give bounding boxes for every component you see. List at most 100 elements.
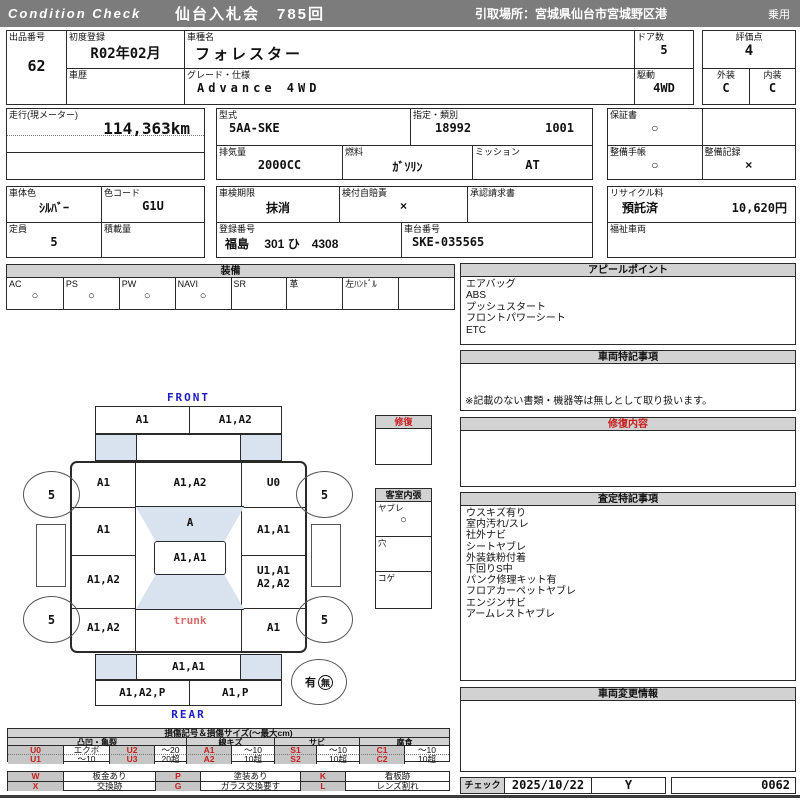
chassis-number-value: SKE-035565 [412,235,485,249]
body-color-value: ｼﾙﾊﾞｰ [38,201,69,215]
appeal-item: プッシュスタート [466,301,546,313]
exterior-score-label: 外装 [716,70,735,80]
sheet-number: 0062 [761,778,790,792]
legend-val: 〜10 [63,754,109,764]
equip-pw-label: PW [121,279,137,289]
mission-value: AT [525,158,540,172]
rear-right-corner [241,655,281,679]
right-fender-cell: U0 [241,463,305,507]
equip-leather-label: 革 [289,279,299,289]
legend-val: 20超 [154,754,186,764]
score-value: 4 [744,43,754,59]
legend-desc: レンズ割れ [345,781,449,791]
equip-ac-cell: AC ○ [7,278,63,309]
damage-legend-title: 損傷記号＆損傷サイズ(〜最大cm) [8,729,449,738]
first-registration-label: 初度登録 [69,32,106,42]
maintenance-book-value: ○ [651,158,659,172]
capacity-label: 定員 [9,224,28,234]
vehicle-category: 乗用 [768,8,790,21]
maintenance-record-cell: 整備記録 × [701,146,796,179]
drive-value: 4WD [653,81,675,95]
wheel-front-right: 5 [296,471,353,518]
legend-val: 10超 [231,754,274,764]
trunk-cell: trunk [136,609,244,652]
right-sill [311,524,341,587]
car-history-label: 車歴 [69,70,88,80]
equip-lhd-cell: 左ﾊﾝﾄﾞﾙ [342,278,398,309]
equip-ps-label: PS [65,279,78,289]
model-code-label: 型式 [219,110,238,120]
equip-pw-value: ○ [143,290,151,302]
legend-desc: ガラス交換要す [200,781,300,791]
legend-code-c2: C2 [359,754,404,764]
score-label: 評価点 [735,32,763,42]
rear-bumper: A1,A2,P A1,P [95,680,282,706]
insurance-cell: 検付自賠責 × [339,187,467,222]
appeal-item: ETC [466,324,486,336]
left-sill [36,524,66,587]
mission-cell: ミッション AT [472,146,592,179]
rear-bumper-right-marks: A1,P [188,681,282,705]
first-registration-value: R02年02月 [90,46,161,62]
front-cowl-row [95,434,282,461]
equipment-title: 装備 [7,265,454,278]
pickup-location: 引取場所：宮城県仙台市宮城野区港 [475,7,668,21]
header-bar: Condition Check 仙台入札会 785回 引取場所：宮城県仙台市宮城… [0,0,800,27]
color-code-label: 色コード [104,188,141,198]
fuel-label: 燃料 [345,147,364,157]
exterior-score-value: C [722,81,730,95]
inspection-cell: 車検期限 抹消 [217,187,339,222]
appeal-points-section: アピールポイント エアバッグ ABS プッシュスタート フロントパワーシート E… [460,263,796,345]
damage-legend-table: 損傷記号＆損傷サイズ(〜最大cm) 凸凹・亀裂 線キズ サビ 腐食 U0 エクボ… [7,728,450,764]
model-code-value: 5AA-SKE [229,121,280,135]
fuel-cell: 燃料 ｶﾞｿﾘﾝ [342,146,472,179]
appeal-points-title: アピールポイント [461,264,795,277]
displacement-value: 2000CC [257,158,302,172]
front-left-corner [96,435,136,460]
repair-detail-section: 修復内容 [460,417,796,487]
color-code-value: G1U [142,199,164,213]
equip-pw-cell: PW ○ [118,278,175,309]
spec-table: 型式 5AA-SKE 指定・類別 18992 1001 排気量 2000CC 燃… [216,108,593,180]
assessment-item: パンク修理キット有 [466,575,557,587]
equip-sr-cell: SR [230,278,287,309]
recycle-status-value: 預託済 [622,201,659,215]
legend-code-u1: U1 [8,754,63,764]
capacity-value: 5 [50,235,58,249]
color-capacity-table: 車体色 ｼﾙﾊﾞｰ 色コード G1U 定員 5 積載量 [6,186,205,258]
displacement-cell: 排気量 2000CC [217,146,342,179]
lot-number-label: 出品番号 [9,32,46,42]
inspection-value: 抹消 [265,201,290,215]
type-class-label: 指定・類別 [413,110,459,120]
documents-table: 保証書 ○ 整備手帳 ○ 整備記録 × [607,108,796,180]
capacity-cell: 定員 5 [7,223,101,257]
right-front-door-marks: A1,A1 [256,523,291,536]
interior-trim-title: 客室内張 [376,489,431,502]
displacement-label: 排気量 [219,147,247,157]
right-rear-door-cell: U1,A1 A2,A2 [241,555,305,608]
interior-score-label: 内装 [763,70,782,80]
rear-panel-cell: A1,A1 [136,655,241,679]
equip-lhd-label: 左ﾊﾝﾄﾞﾙ [345,279,377,289]
model-code-cell: 型式 5AA-SKE [217,109,410,145]
windshield-marks: A [186,516,194,529]
exterior-score-cell: 外装 C [703,69,749,104]
rear-cowl-row: A1,A1 [95,654,282,680]
legend-code-u3: U3 [109,754,154,764]
equip-ac-value: ○ [31,290,39,302]
brand-logo: Condition Check [8,6,142,21]
left-rear-door-marks: A1,A2 [86,573,121,586]
score-table: 評価点 4 外装 C 内装 C [702,30,796,105]
color-code-cell: 色コード G1U [101,187,204,222]
front-center-panel [136,435,241,460]
load-label: 積載量 [104,224,132,234]
wheel-rear-right: 5 [296,596,353,643]
legend-val: 10超 [404,754,449,764]
assessment-item: 下回りS中 [466,564,513,576]
maintenance-book-label: 整備手帳 [610,147,647,157]
grade-value: Advance 4WD [197,81,321,95]
class-number-value: 1001 [545,121,574,135]
front-bumper: A1 A1,A2 [95,406,282,434]
left-quarter-cell: A1,A2 [72,608,136,652]
recycle-fee-value: 10,620円 [731,201,787,215]
